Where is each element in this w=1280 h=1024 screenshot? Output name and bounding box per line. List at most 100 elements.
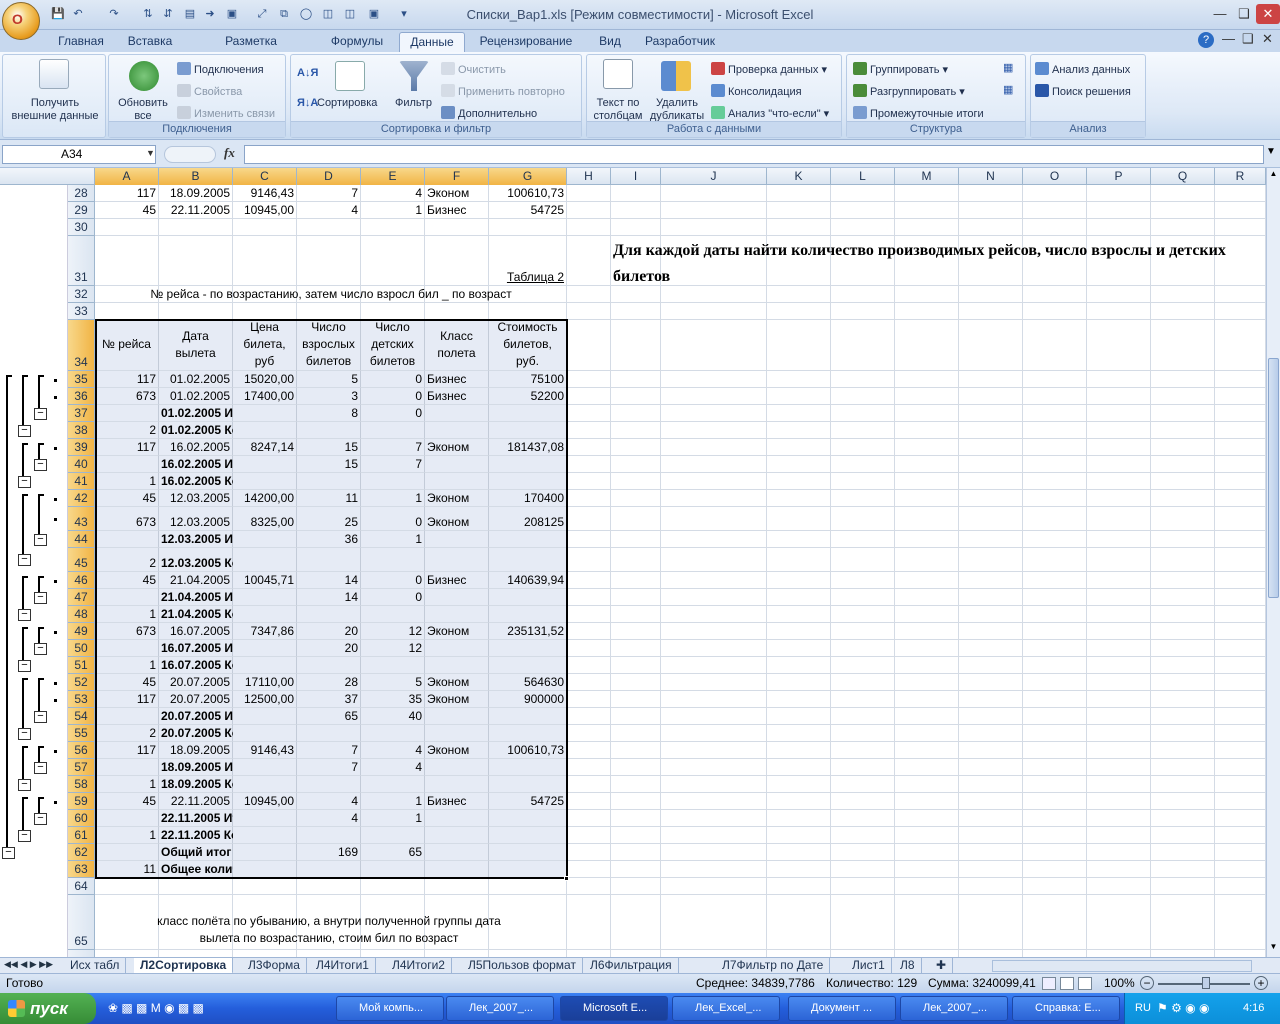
cell-M38[interactable] [895, 422, 959, 439]
cell-P48[interactable] [1087, 606, 1151, 623]
cell-D59[interactable]: 4 [297, 793, 361, 810]
cell-N55[interactable] [959, 725, 1023, 742]
cell-E53[interactable]: 35 [361, 691, 425, 708]
cell-P44[interactable] [1087, 531, 1151, 548]
cell-I58[interactable] [611, 776, 661, 793]
insert-sheet-icon[interactable]: ✚ [930, 958, 954, 974]
cell-P45[interactable] [1087, 548, 1151, 572]
row-header[interactable]: 61 [68, 827, 95, 844]
collapse-icon[interactable]: − [18, 554, 31, 566]
vertical-scrollbar[interactable]: ▲ ▼ [1266, 168, 1280, 957]
cell-B40[interactable]: 16.02.2005 Итог [159, 456, 251, 473]
cell-A66[interactable] [95, 950, 159, 957]
cell-C41[interactable] [233, 473, 297, 490]
cell-E43[interactable]: 0 [361, 507, 425, 531]
cell-K29[interactable] [767, 202, 831, 219]
cell-Q65[interactable] [1151, 895, 1215, 950]
cell-K44[interactable] [767, 531, 831, 548]
cell-O61[interactable] [1023, 827, 1087, 844]
cell-J44[interactable] [661, 531, 767, 548]
taskbar-item[interactable]: Документ ... [788, 996, 896, 1021]
cell-O64[interactable] [1023, 878, 1087, 895]
cell-I42[interactable] [611, 490, 661, 507]
hide-detail-icon[interactable]: ▦ [1003, 84, 1013, 97]
properties-button[interactable]: Свойства [177, 84, 242, 99]
cell-L61[interactable] [831, 827, 895, 844]
cell-H61[interactable] [567, 827, 611, 844]
horizontal-scrollbar[interactable] [992, 960, 1252, 972]
cell-J49[interactable] [661, 623, 767, 640]
cell-F29[interactable]: Бизнес [425, 202, 489, 219]
cell-O48[interactable] [1023, 606, 1087, 623]
cell-R42[interactable] [1215, 490, 1266, 507]
cell-M48[interactable] [895, 606, 959, 623]
cell-L49[interactable] [831, 623, 895, 640]
cell-J30[interactable] [661, 219, 767, 236]
taskbar-item[interactable]: Лек_Excel_... [672, 996, 780, 1021]
cell-I50[interactable] [611, 640, 661, 657]
cell-P60[interactable] [1087, 810, 1151, 827]
cell-R57[interactable] [1215, 759, 1266, 776]
cell-D62[interactable]: 169 [297, 844, 361, 861]
cell-D29[interactable]: 4 [297, 202, 361, 219]
row-header[interactable]: 59 [68, 793, 95, 810]
cell-N50[interactable] [959, 640, 1023, 657]
cell-A58[interactable]: 1 [95, 776, 159, 793]
cell-I57[interactable] [611, 759, 661, 776]
cell-P47[interactable] [1087, 589, 1151, 606]
cell-H66[interactable] [567, 950, 611, 957]
cell-G30[interactable] [489, 219, 567, 236]
cell-J65[interactable] [661, 895, 767, 950]
cell-M42[interactable] [895, 490, 959, 507]
cell-A44[interactable] [95, 531, 159, 548]
cell-R60[interactable] [1215, 810, 1266, 827]
cell-G57[interactable] [489, 759, 567, 776]
cell-O37[interactable] [1023, 405, 1087, 422]
cell-O43[interactable] [1023, 507, 1087, 531]
cell-R62[interactable] [1215, 844, 1266, 861]
cell-B44[interactable]: 12.03.2005 Итог [159, 531, 251, 548]
cell-Q49[interactable] [1151, 623, 1215, 640]
restore-icon[interactable]: ❑ [1232, 4, 1256, 24]
cell-F52[interactable]: Эконом [425, 674, 489, 691]
sheet-tab[interactable]: Л5Пользов формат [462, 958, 583, 974]
cell-K28[interactable] [767, 185, 831, 202]
cell-M35[interactable] [895, 371, 959, 388]
tab-3[interactable]: Формулы [321, 32, 393, 52]
cell-G64[interactable] [489, 878, 567, 895]
row-header[interactable]: 31 [68, 236, 95, 286]
cell-A59[interactable]: 45 [95, 793, 159, 810]
cell-L53[interactable] [831, 691, 895, 708]
cell-H60[interactable] [567, 810, 611, 827]
cell-C57[interactable] [233, 759, 297, 776]
cell-H54[interactable] [567, 708, 611, 725]
cell-K43[interactable] [767, 507, 831, 531]
cell-J38[interactable] [661, 422, 767, 439]
cell-N40[interactable] [959, 456, 1023, 473]
cell-Q50[interactable] [1151, 640, 1215, 657]
cell-F36[interactable]: Бизнес [425, 388, 489, 405]
cell-G47[interactable] [489, 589, 567, 606]
taskbar-item[interactable]: Лек_2007_... [446, 996, 554, 1021]
cell-N57[interactable] [959, 759, 1023, 776]
cell-C63[interactable] [233, 861, 297, 878]
cell-N66[interactable] [959, 950, 1023, 957]
cell-A34[interactable]: № рейса [95, 320, 159, 371]
cell-C54[interactable] [233, 708, 297, 725]
cell-I59[interactable] [611, 793, 661, 810]
connections-button[interactable]: Подключения [177, 62, 264, 77]
tab-2[interactable]: Разметка страницы [189, 32, 313, 66]
cell-B62[interactable]: Общий итог [159, 844, 233, 861]
cell-K35[interactable] [767, 371, 831, 388]
cell-G43[interactable]: 208125 [489, 507, 567, 531]
cell-H58[interactable] [567, 776, 611, 793]
cell-I30[interactable] [611, 219, 661, 236]
cell-C44[interactable] [233, 531, 297, 548]
cell-N59[interactable] [959, 793, 1023, 810]
row-header[interactable]: 38 [68, 422, 95, 439]
cell-N48[interactable] [959, 606, 1023, 623]
taskbar-item[interactable]: Справка: E... [1012, 996, 1120, 1021]
cell-N64[interactable] [959, 878, 1023, 895]
cell-J35[interactable] [661, 371, 767, 388]
cell-L63[interactable] [831, 861, 895, 878]
